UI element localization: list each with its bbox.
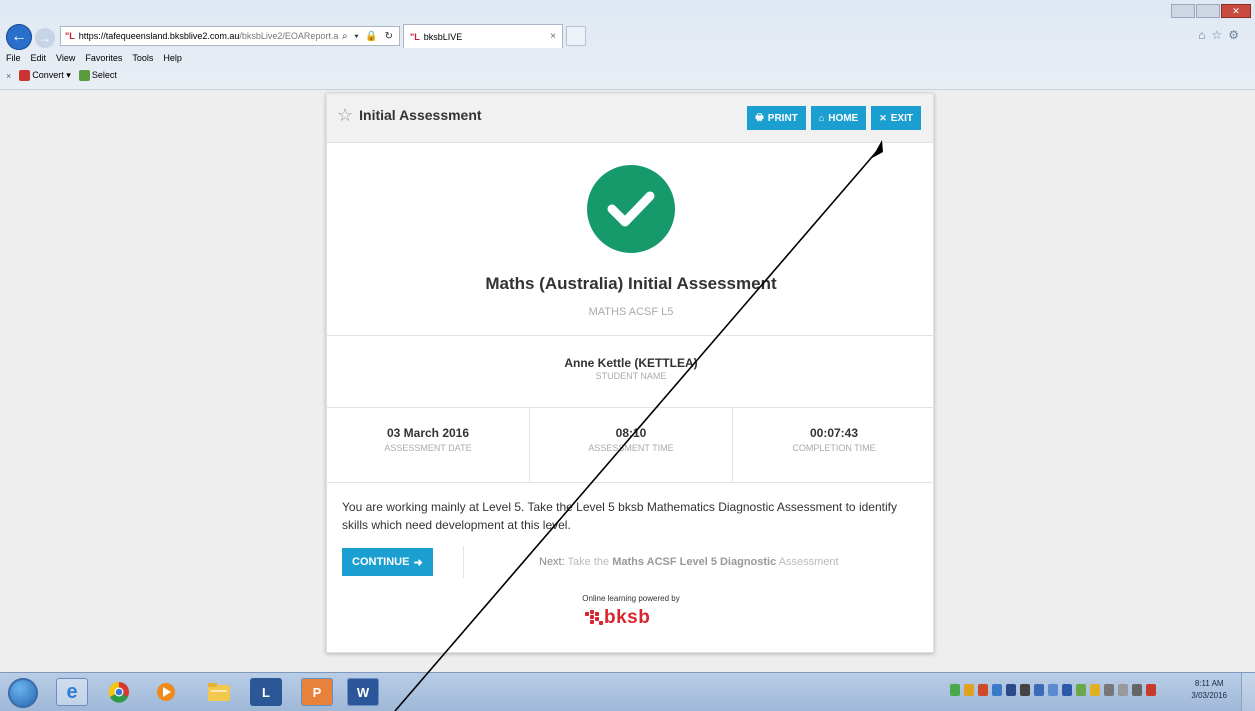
command-bar-close-icon[interactable]: × [6, 71, 11, 81]
address-actions[interactable]: ⌕ ▾ 🔒 ↻ [342, 31, 399, 42]
system-clock[interactable]: 8:11 AM 3/03/2016 [1191, 678, 1227, 702]
taskbar: e L P W 8:11 AM 3/03/2016 [0, 672, 1255, 711]
divider [327, 482, 935, 483]
header-buttons: 🖶 PRINT ⌂ HOME ✕ EXIT [747, 106, 921, 130]
tab-close-icon[interactable]: × [550, 31, 562, 42]
stat-completion-time: 00:07:43 COMPLETION TIME [733, 408, 935, 482]
start-button-icon[interactable] [8, 678, 38, 708]
menu-file[interactable]: File [6, 53, 21, 63]
convert-caret-icon: ▾ [66, 70, 71, 80]
star-icon[interactable]: ☆ [337, 106, 353, 124]
window-controls: ✕ [1171, 4, 1251, 18]
continue-button[interactable]: CONTINUE ➜ [342, 548, 433, 576]
stat-label: COMPLETION TIME [792, 443, 876, 453]
chrome-icon[interactable] [103, 678, 135, 706]
stat-value: 08:10 [615, 426, 647, 440]
stat-assessment-time: 08:10 ASSESSMENT TIME [530, 408, 733, 482]
home-button[interactable]: ⌂ HOME [810, 106, 867, 130]
next-step-text: Next: Take the Maths ACSF Level 5 Diagno… [539, 556, 839, 568]
new-tab-button[interactable] [566, 26, 586, 46]
logo-text: bksb [604, 607, 651, 628]
url-path: /bksbLive2/EOAReport.a [239, 31, 339, 41]
powered-by-text: Online learning powered by [582, 594, 680, 603]
select-button[interactable]: Select [78, 70, 117, 82]
word-icon[interactable]: W [347, 678, 379, 706]
clock-date: 3/03/2016 [1191, 691, 1227, 700]
convert-icon [19, 70, 31, 82]
tab-favicon-icon: "L [410, 31, 420, 42]
assessment-report-card: ☆ Initial Assessment 🖶 PRINT ⌂ HOME ✕ EXIT … [326, 93, 935, 653]
back-arrow-icon[interactable]: ← [6, 24, 32, 50]
result-message: You are working mainly at Level 5. Take … [342, 500, 897, 532]
exit-label: EXIT [890, 112, 913, 124]
browser-toolbar-icons[interactable]: ⌂☆⚙ [1198, 28, 1245, 42]
bksb-logo: bksb [585, 607, 650, 629]
convert-label: Convert [32, 70, 64, 80]
forward-arrow-icon[interactable]: → [35, 28, 55, 48]
print-icon: 🖶 [755, 112, 764, 122]
assessment-stats: 03 March 2016 ASSESSMENT DATE 08:10 ASSE… [327, 408, 935, 482]
menu-view[interactable]: View [56, 53, 75, 63]
url-host: https://tafequeensland.bksblive2.com.au [78, 31, 240, 41]
card-title: ☆ Initial Assessment [337, 106, 482, 124]
print-button[interactable]: 🖶 PRINT [747, 106, 806, 130]
select-icon [78, 70, 90, 82]
site-favicon-icon: "L [65, 31, 75, 41]
divider [327, 335, 935, 336]
file-explorer-icon[interactable] [203, 678, 235, 706]
browser-tab[interactable]: "L bksbLIVE × [403, 24, 563, 48]
stat-value: 00:07:43 [809, 426, 859, 440]
menu-help[interactable]: Help [163, 53, 182, 63]
internet-explorer-icon[interactable]: e [56, 678, 88, 706]
show-desktop-button[interactable] [1241, 673, 1255, 711]
card-header: ☆ Initial Assessment 🖶 PRINT ⌂ HOME ✕ EXIT [327, 94, 933, 143]
command-bar: × Convert ▾ Select [6, 70, 117, 82]
stat-assessment-date: 03 March 2016 ASSESSMENT DATE [327, 408, 530, 482]
menu-favorites[interactable]: Favorites [85, 53, 122, 63]
system-tray[interactable] [950, 684, 1156, 696]
home-icon: ⌂ [818, 113, 825, 123]
lync-icon[interactable]: L [250, 678, 282, 706]
logo-dots-icon [585, 610, 603, 626]
card-title-text: Initial Assessment [359, 107, 482, 123]
window-close-button[interactable]: ✕ [1221, 4, 1251, 18]
next-prefix: Next: [539, 556, 565, 568]
next-text-1: Take the [567, 556, 610, 568]
home-label: HOME [828, 112, 859, 124]
menu-edit[interactable]: Edit [31, 53, 47, 63]
next-text-2: Assessment [778, 556, 839, 568]
next-highlight: Maths ACSF Level 5 Diagnostic [612, 556, 777, 568]
close-icon: ✕ [879, 112, 887, 123]
maximize-button[interactable] [1196, 4, 1220, 18]
media-player-icon[interactable] [150, 678, 182, 706]
student-name: Anne Kettle (KETTLEA) [564, 356, 698, 370]
exit-button[interactable]: ✕ EXIT [871, 106, 921, 130]
print-label: PRINT [767, 112, 798, 124]
assessment-title: Maths (Australia) Initial Assessment [485, 274, 777, 293]
menu-bar: File Edit View Favorites Tools Help [6, 53, 182, 63]
divider [463, 546, 464, 578]
continue-label: CONTINUE [352, 556, 410, 568]
assessment-subtitle: MATHS ACSF L5 [588, 306, 674, 318]
address-bar[interactable]: "L https://tafequeensland.bksblive2.com.… [60, 26, 400, 46]
success-check-icon [587, 165, 675, 253]
student-name-label: STUDENT NAME [595, 371, 667, 381]
menu-tools[interactable]: Tools [132, 53, 153, 63]
select-label: Select [91, 70, 117, 80]
stat-label: ASSESSMENT TIME [588, 443, 674, 453]
browser-chrome: ← → "L https://tafequeensland.bksblive2.… [0, 0, 1255, 90]
clock-time: 8:11 AM [1194, 679, 1224, 688]
convert-button[interactable]: Convert ▾ [19, 70, 71, 82]
stat-value: 03 March 2016 [386, 426, 470, 440]
minimize-button[interactable] [1171, 4, 1195, 18]
powerpoint-icon[interactable]: P [301, 678, 333, 706]
tab-title: bksbLIVE [423, 31, 463, 42]
arrow-right-circle-icon: ➜ [413, 556, 423, 569]
stat-label: ASSESSMENT DATE [384, 443, 472, 453]
